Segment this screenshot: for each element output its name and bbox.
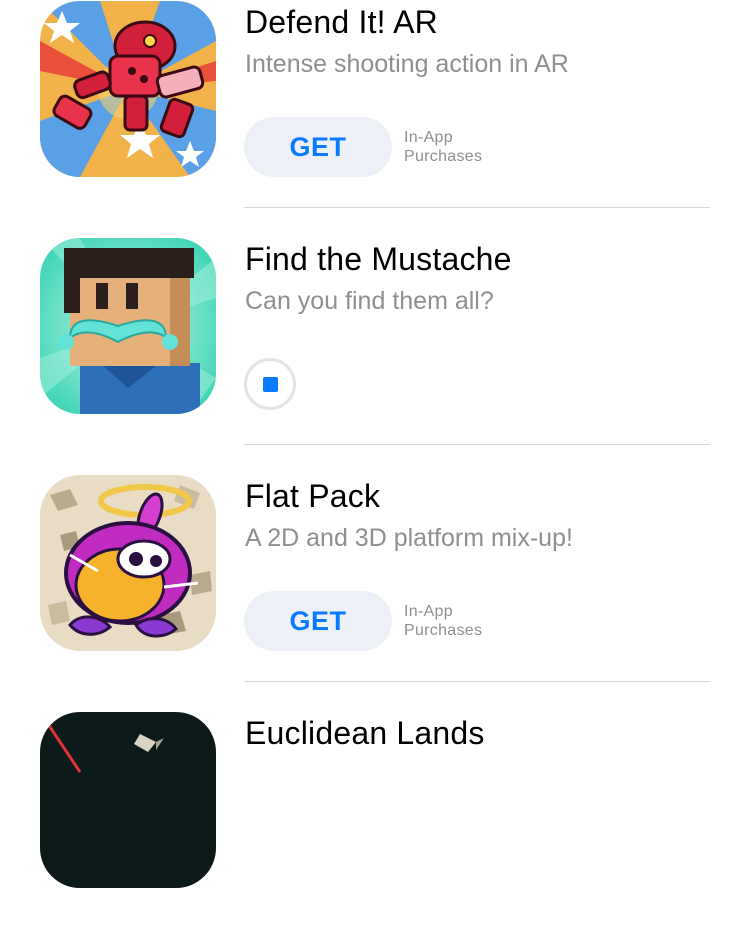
app-subtitle: A 2D and 3D platform mix-up! (245, 524, 573, 552)
stop-download-button[interactable] (244, 358, 296, 410)
iap-line-2: Purchases (404, 148, 483, 165)
row-divider (244, 207, 710, 208)
iap-line-1: In-App (404, 129, 453, 146)
iap-line-1: In-App (404, 603, 453, 620)
app-subtitle: Can you find them all? (245, 287, 494, 315)
app-subtitle: Intense shooting action in AR (245, 50, 569, 78)
stop-icon (262, 376, 278, 392)
get-button[interactable]: GET (244, 117, 392, 177)
in-app-purchases-note: In-App Purchases (404, 128, 482, 166)
iap-line-2: Purchases (404, 622, 483, 639)
row-divider (244, 681, 710, 682)
get-button[interactable]: GET (244, 591, 392, 651)
in-app-purchases-note: In-App Purchases (404, 602, 482, 640)
flat-pack-creature-app-icon[interactable] (40, 475, 216, 651)
app-title[interactable]: Find the Mustache (245, 241, 512, 278)
app-row-find-the-mustache[interactable]: Find the Mustache Can you find them all? (0, 237, 750, 474)
mustache-character-app-icon[interactable] (40, 238, 216, 414)
app-title[interactable]: Euclidean Lands (245, 715, 485, 752)
app-row-defend-it-ar[interactable]: Defend It! AR Intense shooting action in… (0, 0, 750, 237)
app-row-flat-pack[interactable]: Flat Pack A 2D and 3D platform mix-up! G… (0, 474, 750, 711)
robot-app-icon[interactable] (40, 1, 216, 177)
row-divider (244, 444, 710, 445)
euclidean-lands-app-icon[interactable] (40, 712, 216, 888)
app-title[interactable]: Flat Pack (245, 478, 380, 515)
app-title[interactable]: Defend It! AR (245, 4, 438, 41)
app-row-euclidean-lands[interactable]: Euclidean Lands (0, 711, 750, 948)
